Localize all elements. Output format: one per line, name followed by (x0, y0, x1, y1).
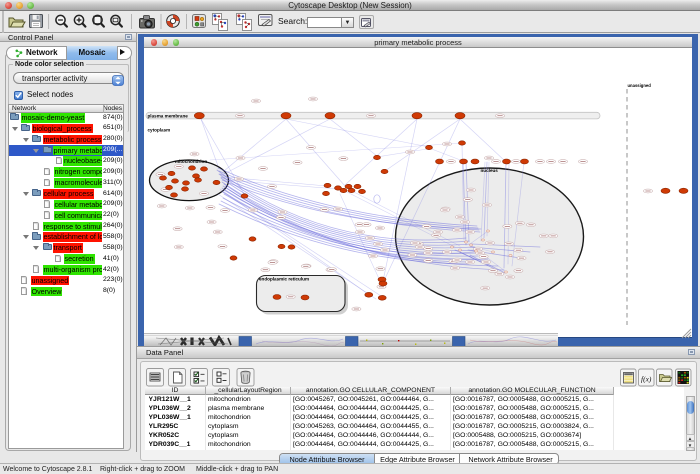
svg-text:nucleus: nucleus (481, 168, 499, 173)
svg-text:unassigned: unassigned (628, 83, 652, 88)
svg-text:endoplasmic reticulum: endoplasmic reticulum (259, 277, 309, 282)
svg-text:cytoplasm: cytoplasm (148, 128, 171, 133)
svg-text:f(x): f(x) (641, 375, 652, 384)
svg-text:plasma membrane: plasma membrane (148, 114, 189, 119)
svg-text:mitochondrion: mitochondrion (175, 159, 207, 164)
